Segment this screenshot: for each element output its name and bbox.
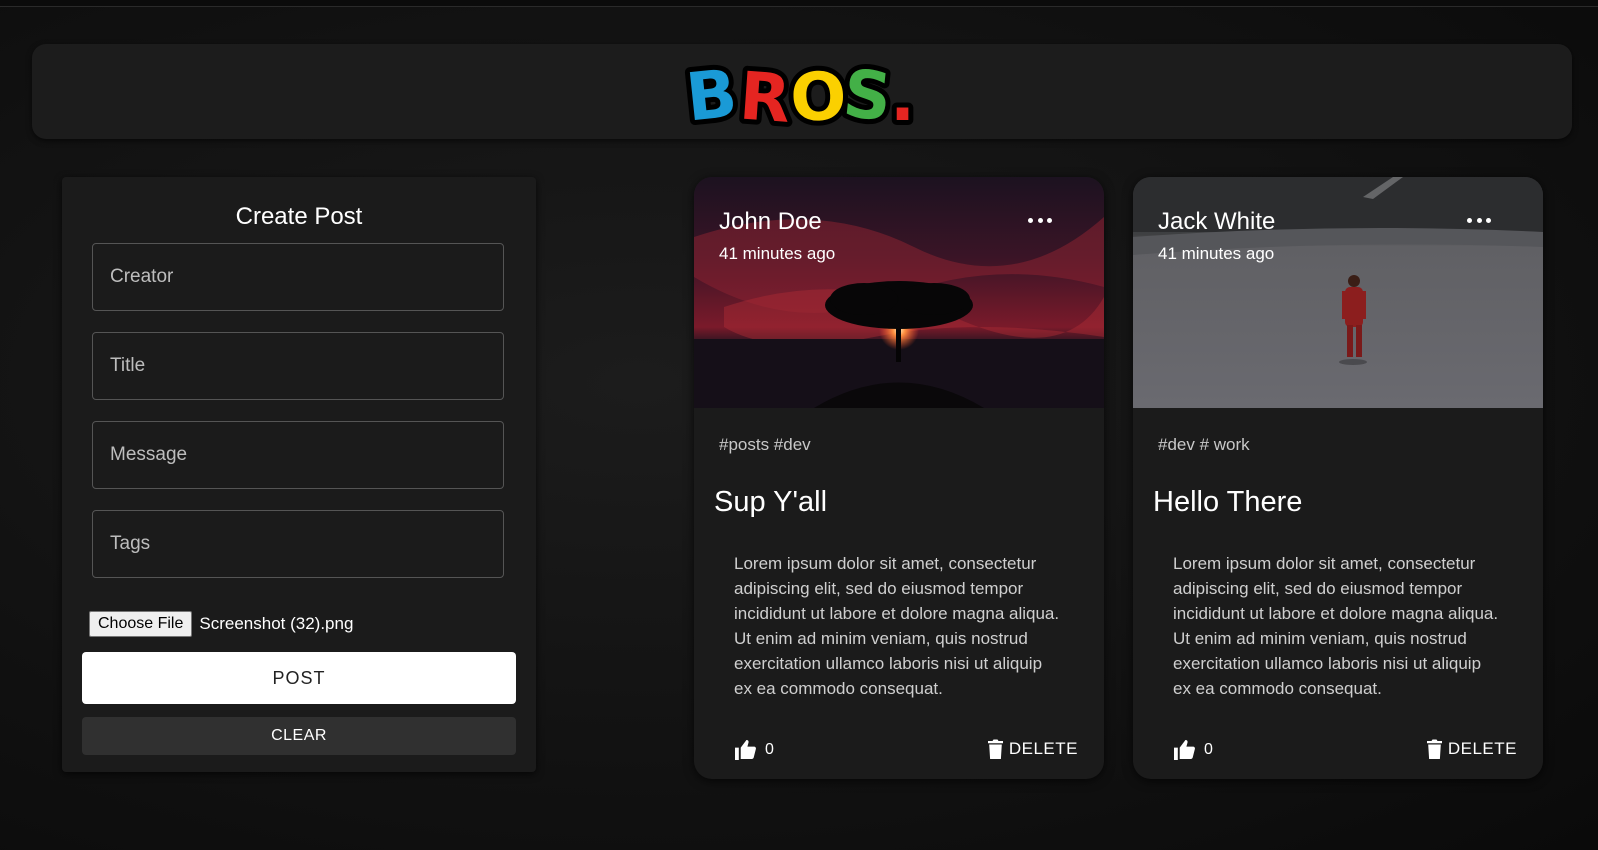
top-border (0, 0, 1598, 7)
trash-icon (987, 739, 1003, 759)
post-card: Jack White 41 minutes ago #dev # work He… (1133, 177, 1543, 779)
tags-input[interactable] (92, 510, 504, 578)
choose-file-button[interactable]: Choose File (89, 611, 193, 637)
creator-input[interactable] (92, 243, 504, 311)
like-count: 0 (765, 740, 774, 758)
delete-label: DELETE (1008, 739, 1078, 758)
logo-letter-o: O (788, 57, 848, 132)
clear-button[interactable]: CLEAR (82, 717, 516, 755)
app-bar: B R O S . (32, 44, 1572, 139)
more-options-icon[interactable] (1028, 213, 1052, 227)
file-name: Screenshot (32).png (199, 614, 354, 633)
logo-letter-r: R (737, 57, 793, 131)
form-title: Create Post (235, 203, 363, 230)
like-count: 0 (1204, 740, 1213, 758)
like-button[interactable]: 0 (734, 739, 774, 760)
post-title: Hello There (1153, 486, 1303, 518)
delete-label: DELETE (1447, 739, 1517, 758)
file-input: Choose File Screenshot (32).png (89, 611, 353, 637)
post-time: 41 minutes ago (719, 244, 836, 263)
post-title: Sup Y'all (714, 486, 828, 518)
create-post-form: Create Post Choose File Screenshot (32).… (62, 177, 536, 772)
bros-logo[interactable]: B R O S . (682, 52, 922, 132)
trash-icon (1426, 739, 1442, 759)
post-creator: Jack White (1158, 208, 1276, 235)
post-card: John Doe 41 minutes ago #posts #dev Sup … (694, 177, 1104, 779)
post-time: 41 minutes ago (1158, 244, 1275, 263)
logo-letter-dot: . (890, 59, 915, 132)
delete-button[interactable]: DELETE (987, 739, 1078, 759)
post-message: Lorem ipsum dolor sit amet, consectetur … (1173, 554, 1499, 698)
post-button[interactable]: POST (82, 652, 516, 704)
message-input[interactable] (92, 421, 504, 489)
more-options-icon[interactable] (1467, 213, 1491, 227)
post-message: Lorem ipsum dolor sit amet, consectetur … (734, 554, 1060, 698)
post-tags: #dev # work (1158, 435, 1250, 454)
logo-letter-s: S (840, 54, 895, 131)
title-input[interactable] (92, 332, 504, 400)
logo-letter-b: B (682, 54, 740, 131)
thumbs-up-icon (1174, 739, 1195, 760)
post-creator: John Doe (719, 208, 822, 235)
delete-button[interactable]: DELETE (1426, 739, 1517, 759)
thumbs-up-icon (735, 739, 756, 760)
post-tags: #posts #dev (719, 435, 811, 454)
like-button[interactable]: 0 (1173, 739, 1213, 760)
